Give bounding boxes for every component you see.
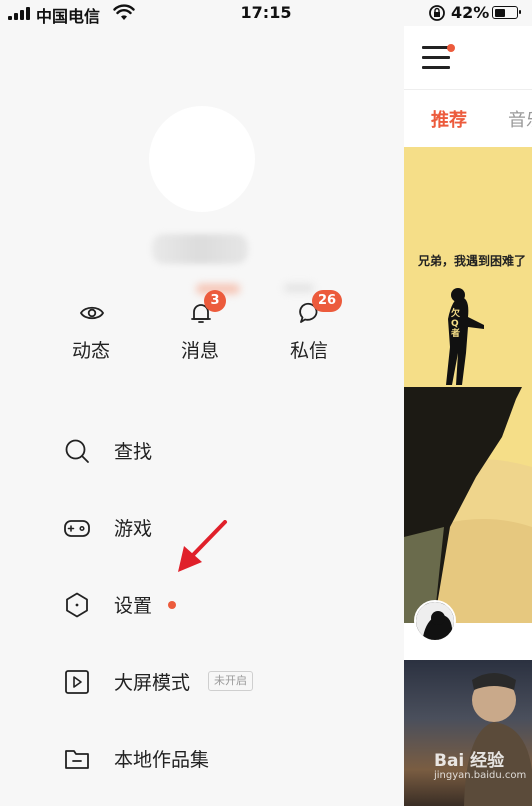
menu-item-search[interactable]: 查找: [0, 424, 404, 478]
quick-action-messages[interactable]: 3 消息: [155, 290, 245, 366]
quick-action-label: 私信: [289, 340, 328, 362]
new-indicator-dot: [168, 601, 176, 609]
menu-item-settings[interactable]: 设置: [0, 578, 404, 632]
quick-action-label: 消息: [180, 340, 219, 362]
video-thumbnail: [404, 147, 532, 623]
author-avatar[interactable]: [414, 600, 456, 642]
menu-item-label: 本地作品集: [114, 749, 210, 771]
battery-fill: [494, 8, 505, 17]
private-message-count-badge: 26: [312, 290, 343, 312]
card-caption: 兄弟，我遇到困难了: [418, 254, 527, 268]
play-screen-icon: [65, 670, 89, 694]
tab-recommended[interactable]: 推荐: [431, 106, 467, 132]
side-drawer: 动态 3 消息 26 私信 查找 游戏 设置 大屏模式 未开启 本地作品集: [0, 26, 404, 806]
search-icon: [65, 439, 89, 463]
author-avatar-image: [416, 602, 454, 640]
menu-toggle-button[interactable]: [422, 46, 450, 70]
menu-item-label: 查找: [114, 441, 153, 463]
quick-action-private-messages[interactable]: 26 私信: [264, 290, 354, 366]
battery-percent: 42%: [451, 3, 490, 22]
gamepad-icon: [64, 520, 90, 537]
figure-text: 欠Q者: [451, 309, 461, 339]
menu-item-local-works[interactable]: 本地作品集: [0, 732, 404, 786]
eye-icon: [79, 306, 105, 320]
blurred-detail: [284, 284, 314, 292]
status-bar: 中国电信 17:15 42%: [0, 0, 532, 26]
hexagon-settings-icon: [66, 592, 88, 618]
menu-item-label: 设置: [114, 595, 153, 617]
avatar[interactable]: [149, 106, 255, 212]
baidu-watermark-url: jingyan.baidu.com: [434, 770, 527, 781]
folder-icon: [65, 750, 89, 769]
video-thumbnail-2: [464, 673, 532, 806]
annotation-arrow-icon: [178, 520, 227, 572]
main-feed-panel: 推荐 音乐 兄弟，我遇到困难了 欠Q者 Bai 经验: [404, 26, 532, 806]
battery-icon: [492, 6, 521, 19]
message-count-badge: 3: [204, 290, 226, 312]
feed-card-video-2[interactable]: Bai 经验 jingyan.baidu.com: [404, 660, 532, 806]
menu-item-big-screen-mode[interactable]: 大屏模式 未开启: [0, 655, 404, 709]
menu-item-label: 大屏模式: [114, 672, 191, 694]
status-tag: 未开启: [208, 671, 253, 691]
rotation-lock-icon: [429, 5, 445, 21]
feed-card-video[interactable]: 兄弟，我遇到困难了 欠Q者: [404, 147, 532, 623]
tabs-divider: [404, 89, 532, 90]
menu-item-label: 游戏: [114, 518, 153, 540]
tab-music[interactable]: 音乐: [508, 106, 532, 132]
quick-action-dynamic[interactable]: 动态: [46, 296, 136, 366]
notification-dot: [447, 44, 455, 52]
username-blurred: [152, 234, 248, 264]
quick-action-label: 动态: [71, 340, 110, 362]
baidu-watermark: Bai 经验: [434, 751, 505, 771]
